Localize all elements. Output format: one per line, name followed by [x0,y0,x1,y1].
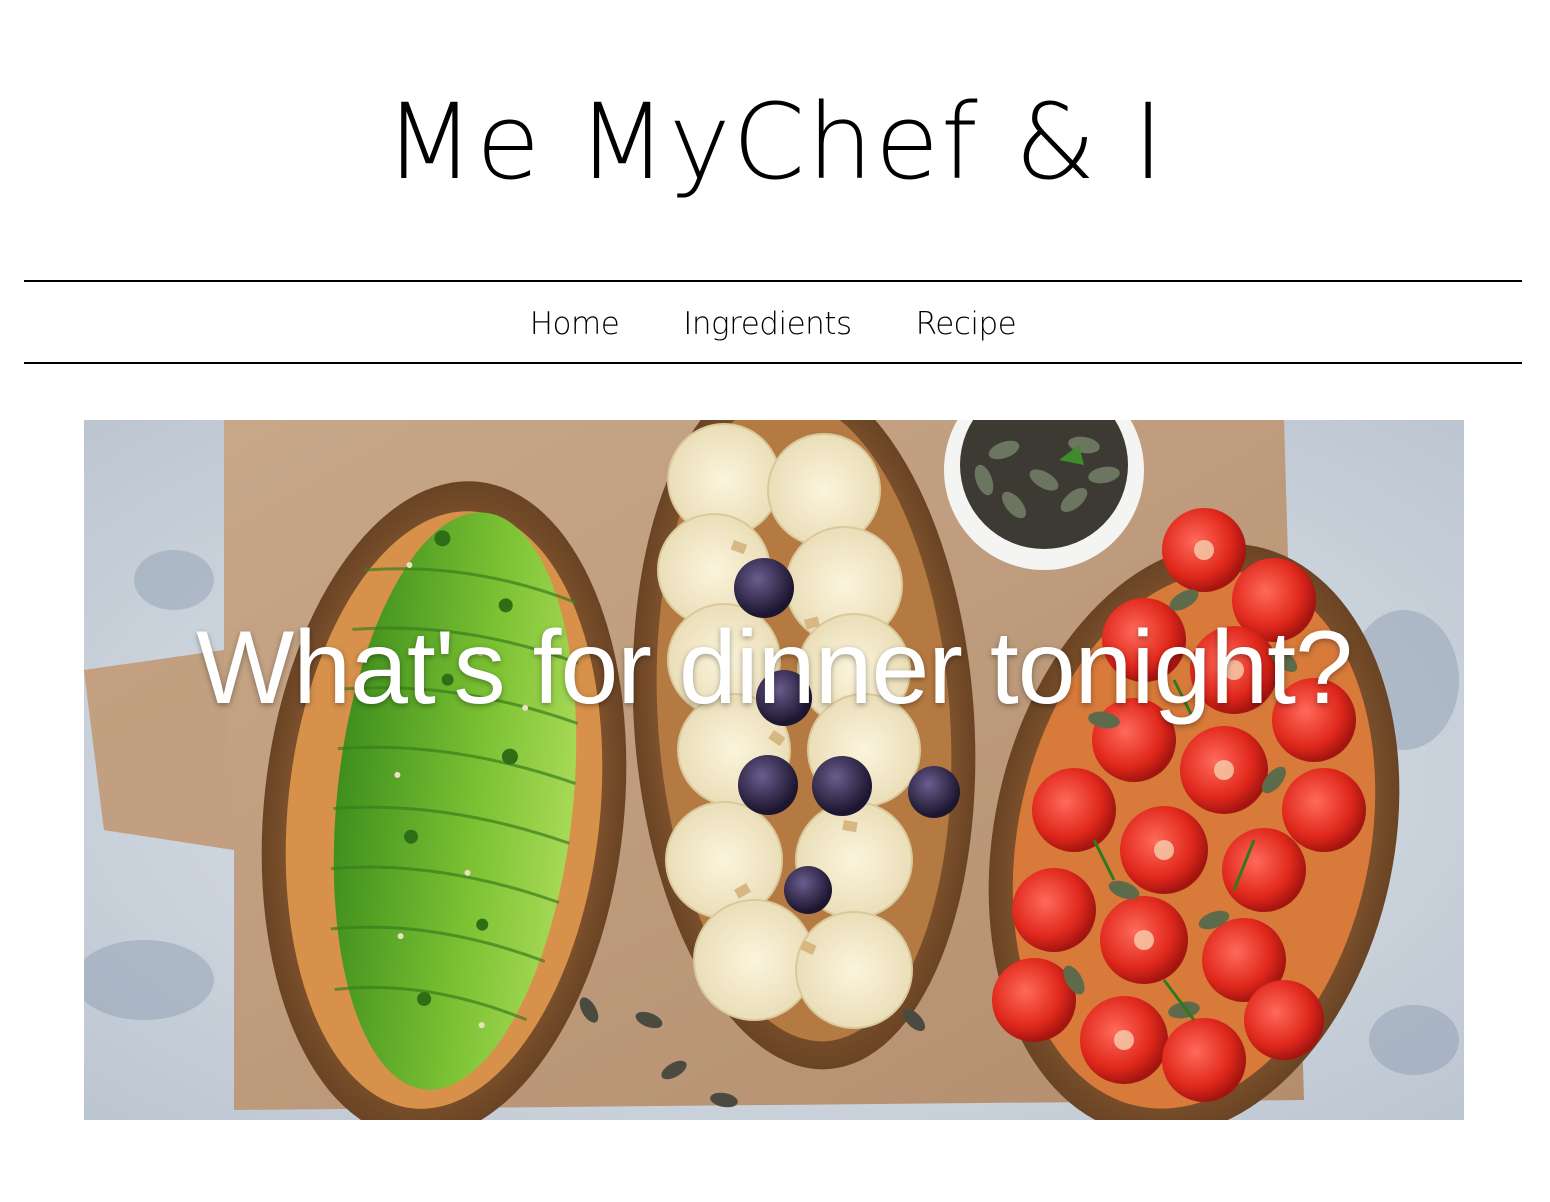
main-nav: Home Ingredients Recipe [24,280,1522,364]
site-header: Me MyChef & I [0,0,1550,280]
nav-list: Home Ingredients Recipe [24,282,1522,362]
site-title[interactable]: Me MyChef & I [0,82,1550,202]
hero-section: What's for dinner tonight? [84,420,1464,1120]
nav-link-ingredients[interactable]: Ingredients [683,302,852,342]
nav-link-recipe[interactable]: Recipe [916,302,1017,342]
nav-item-ingredients: Ingredients [683,302,852,342]
nav-item-recipe: Recipe [916,302,1017,342]
nav-item-home: Home [530,302,620,342]
hero-headline: What's for dinner tonight? [196,610,1353,726]
nav-link-home[interactable]: Home [530,302,620,342]
hero-image [84,420,1464,1120]
